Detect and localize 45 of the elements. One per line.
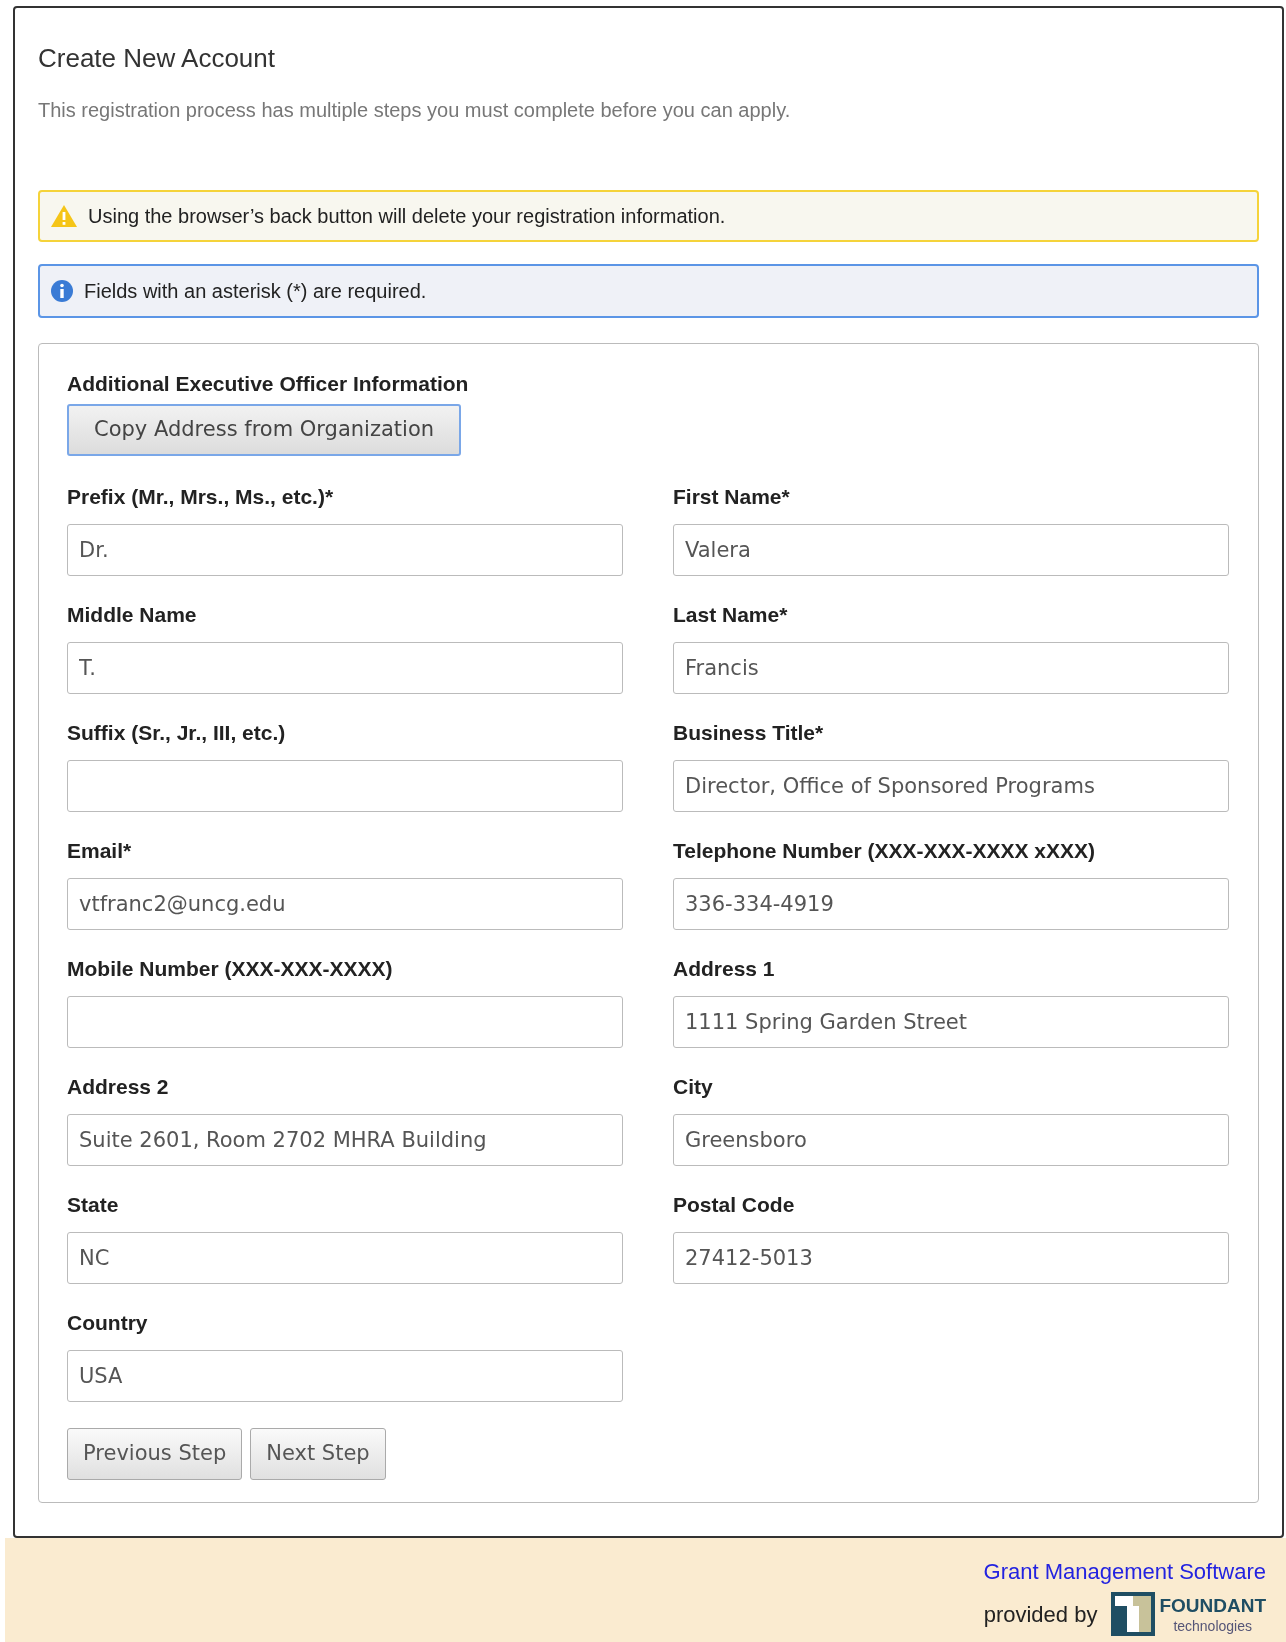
field-label: First Name* [673, 484, 791, 510]
input-field[interactable]: USA [67, 1350, 623, 1402]
input-field[interactable] [67, 996, 623, 1048]
field-label: Telephone Number (XXX-XXX-XXXX xXXX) [673, 838, 1097, 864]
page-title: Create New Account [38, 42, 276, 74]
footer-link[interactable]: Grant Management Software [983, 1558, 1266, 1586]
input-field[interactable]: Francis [673, 642, 1229, 694]
field-label: Mobile Number (XXX-XXX-XXXX) [67, 956, 394, 982]
input-field[interactable]: T. [67, 642, 623, 694]
input-field[interactable]: Suite 2601, Room 2702 MHRA Building [67, 1114, 623, 1166]
input-field[interactable]: 27412-5013 [673, 1232, 1229, 1284]
input-field[interactable]: Valera [673, 524, 1229, 576]
input-field[interactable] [67, 760, 623, 812]
field-label: Business Title* [673, 720, 825, 746]
input-field[interactable]: vtfranc2@uncg.edu [67, 878, 623, 930]
input-field[interactable]: Director, Office of Sponsored Programs [673, 760, 1229, 812]
field-label: City [673, 1074, 714, 1100]
field-label: Suffix (Sr., Jr., III, etc.) [67, 720, 287, 746]
logo-name: FOUNDANT [1159, 1595, 1266, 1615]
logo-icon [1111, 1592, 1156, 1636]
input-field[interactable]: Dr. [67, 524, 623, 576]
intro-text: This registration process has multiple steps you must complete before you can apply. [38, 98, 792, 123]
info-icon [50, 279, 74, 303]
field-label: Middle Name [67, 602, 198, 628]
next-step-button[interactable]: Next Step [250, 1428, 386, 1480]
provided-by-text: provided by [983, 1600, 1098, 1629]
input-field[interactable]: 336-334-4919 [673, 878, 1229, 930]
input-field[interactable]: Greensboro [673, 1114, 1229, 1166]
field-label: Country [67, 1310, 149, 1336]
field-label: Email* [67, 838, 133, 864]
alert-text: Using the browser’s back button will delete your registration information. [88, 204, 726, 229]
field-label: Address 1 [673, 956, 776, 982]
logo-tagline: technologies [1173, 1618, 1252, 1633]
alert-text: Fields with an asterisk (*) are required. [84, 279, 427, 304]
previous-step-button[interactable]: Previous Step [67, 1428, 243, 1480]
section-heading: Additional Executive Officer Information [67, 371, 470, 397]
copy-address-button[interactable]: Copy Address from Organization [67, 404, 462, 456]
field-label: State [67, 1192, 120, 1218]
field-label: Address 2 [67, 1074, 170, 1100]
field-label: Postal Code [673, 1192, 796, 1218]
warning-icon [50, 204, 78, 228]
field-label: Last Name* [673, 602, 789, 628]
input-field[interactable]: 1111 Spring Garden Street [673, 996, 1229, 1048]
field-label: Prefix (Mr., Mrs., Ms., etc.)* [67, 484, 335, 510]
input-field[interactable]: NC [67, 1232, 623, 1284]
